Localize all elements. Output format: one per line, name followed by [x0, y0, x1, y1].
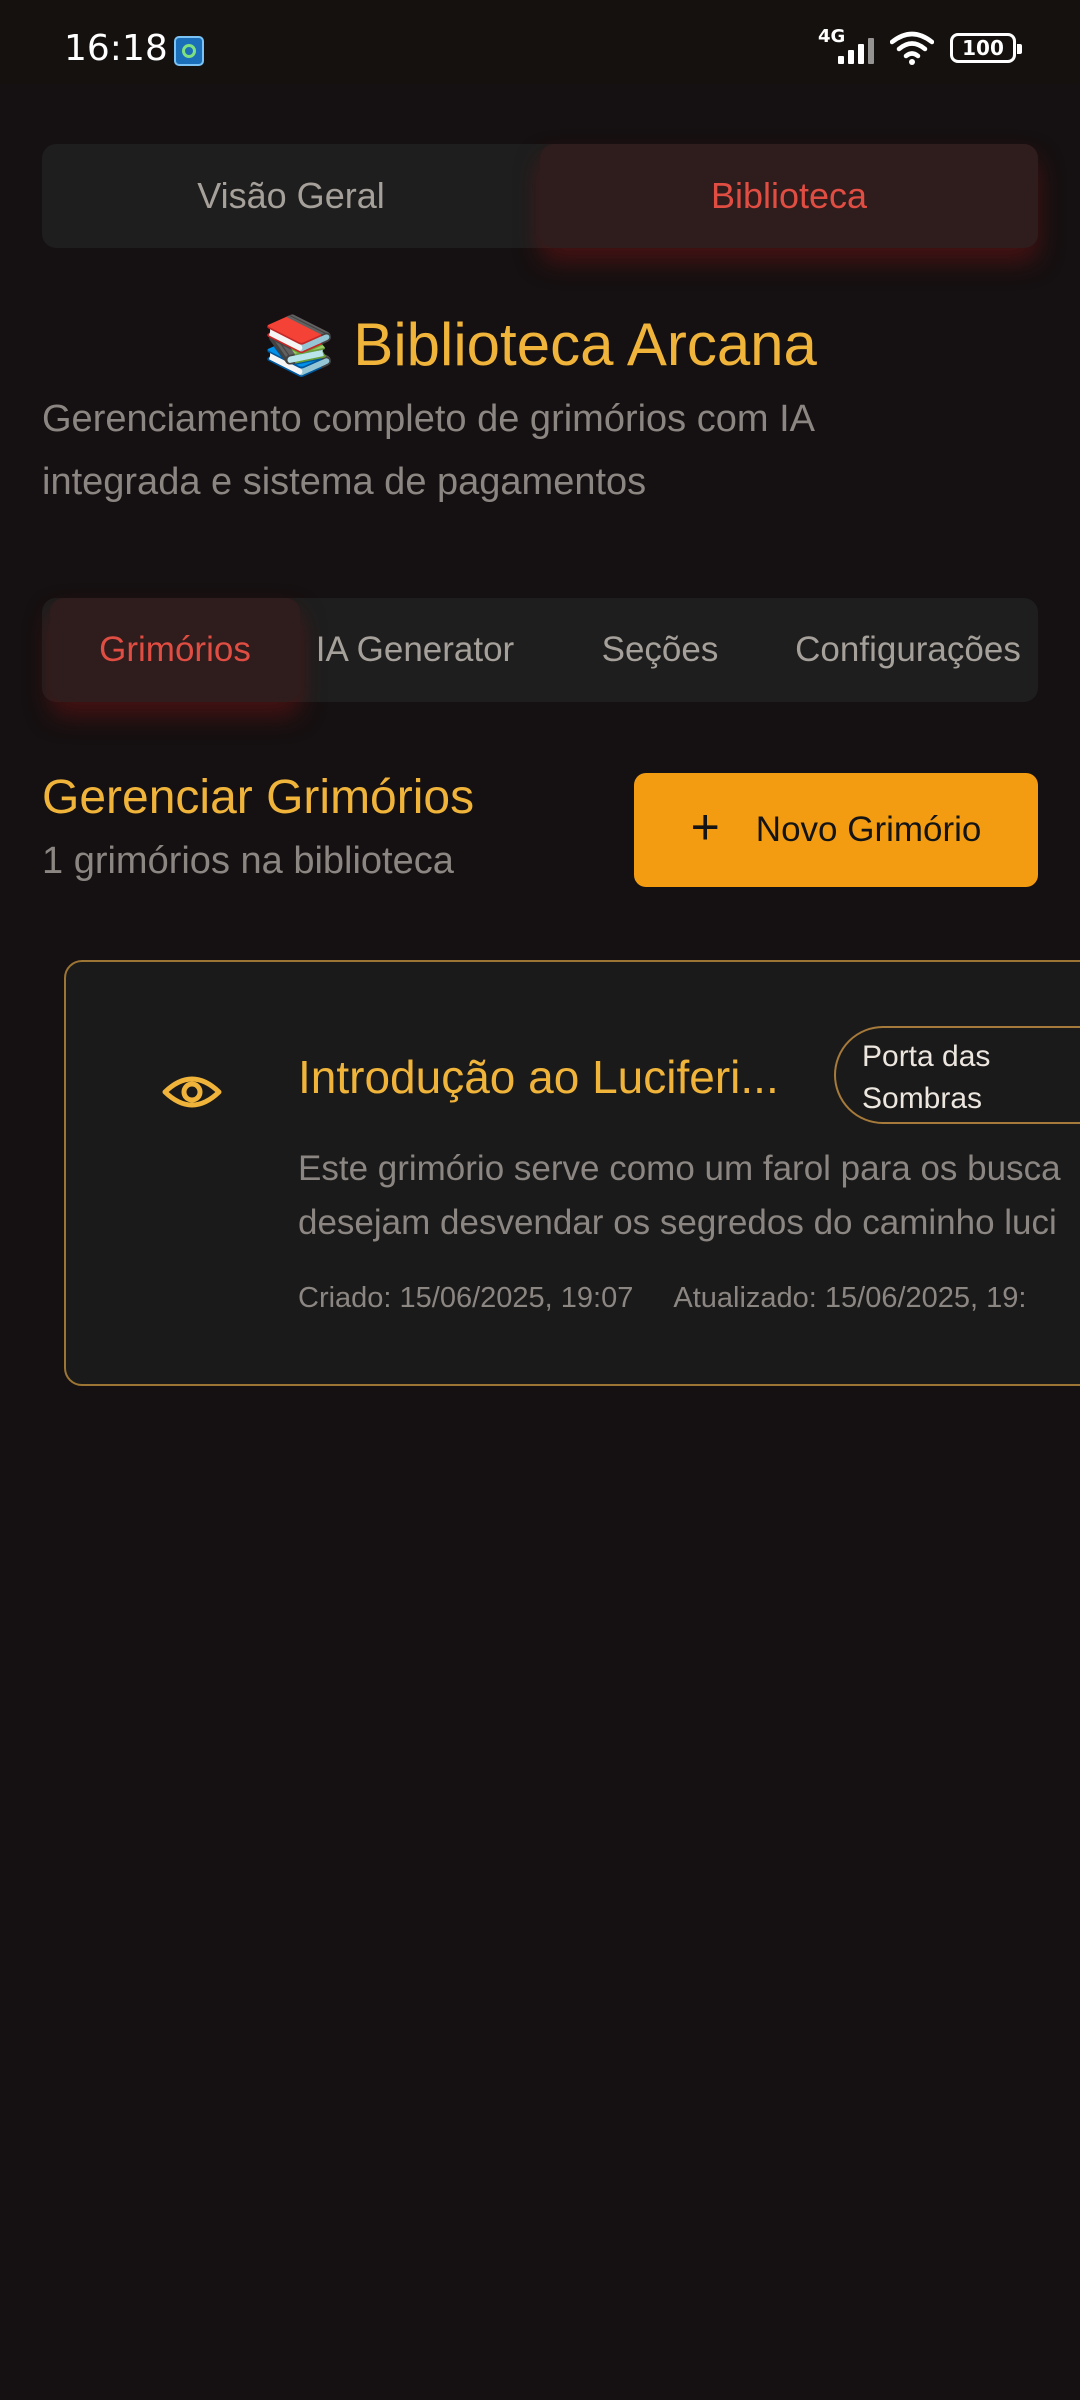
tab-configuracoes[interactable]: Configurações: [780, 598, 1036, 702]
created-date: Criado: 15/06/2025, 19:07: [298, 1282, 634, 1314]
grimoire-title: Introdução ao Luciferi...: [298, 1051, 779, 1103]
tab-grimorios[interactable]: Grimórios: [50, 598, 300, 702]
grimoire-card[interactable]: Introdução ao Luciferi... Porta das Somb…: [64, 960, 1080, 1386]
grimoire-dates: Criado: 15/06/2025, 19:07 Atualizado: 15/…: [298, 1282, 1027, 1315]
status-bar: 16:18 4G 100: [0, 0, 1080, 84]
eye-icon[interactable]: [162, 1062, 222, 1122]
plus-icon: +: [690, 799, 720, 855]
page-title: 📚 Biblioteca Arcana: [0, 310, 1080, 380]
status-indicators: 4G 100: [818, 26, 1022, 66]
page-subtitle-line-1: Gerenciamento completo de grimórios com …: [42, 398, 815, 440]
badge-line-2: Sombras: [862, 1082, 983, 1115]
app-notification-icon: [174, 36, 204, 66]
grimoire-description: Este grimório serve como um farol para o…: [298, 1142, 1080, 1250]
page-title-text: Biblioteca Arcana: [353, 311, 817, 378]
top-nav: Visão Geral Biblioteca: [42, 144, 1038, 248]
new-grimoire-button[interactable]: + Novo Grimório: [634, 773, 1038, 887]
grimoire-section-badge: Porta das Sombras: [834, 1026, 1080, 1124]
badge-line-1: Porta das: [862, 1040, 991, 1073]
tab-ia-generator[interactable]: IA Generator: [300, 598, 530, 702]
section-title: Gerenciar Grimórios: [42, 771, 475, 824]
description-line-1: Este grimório serve como um farol para o…: [298, 1149, 1061, 1188]
tab-biblioteca[interactable]: Biblioteca: [540, 144, 1038, 248]
page-subtitle: Gerenciamento completo de grimórios com …: [42, 388, 1042, 514]
battery-icon: 100: [950, 33, 1022, 63]
page-subtitle-line-2: integrada e sistema de pagamentos: [42, 461, 647, 503]
grimoire-count: 1 grimórios na biblioteca: [42, 840, 454, 882]
tab-secoes[interactable]: Seções: [570, 598, 750, 702]
sub-tabs: Grimórios IA Generator Seções Configuraç…: [42, 598, 1038, 702]
tab-visao-geral[interactable]: Visão Geral: [42, 144, 540, 248]
description-line-2: desejam desvendar os segredos do caminho…: [298, 1203, 1057, 1242]
wifi-icon: [890, 31, 934, 65]
books-icon: 📚: [263, 313, 336, 378]
status-time: 16:18: [64, 28, 168, 69]
updated-date: Atualizado: 15/06/2025, 19:: [673, 1282, 1027, 1314]
new-grimoire-label: Novo Grimório: [755, 810, 982, 849]
cellular-signal-icon: 4G: [818, 26, 874, 66]
battery-level: 100: [962, 36, 1004, 60]
